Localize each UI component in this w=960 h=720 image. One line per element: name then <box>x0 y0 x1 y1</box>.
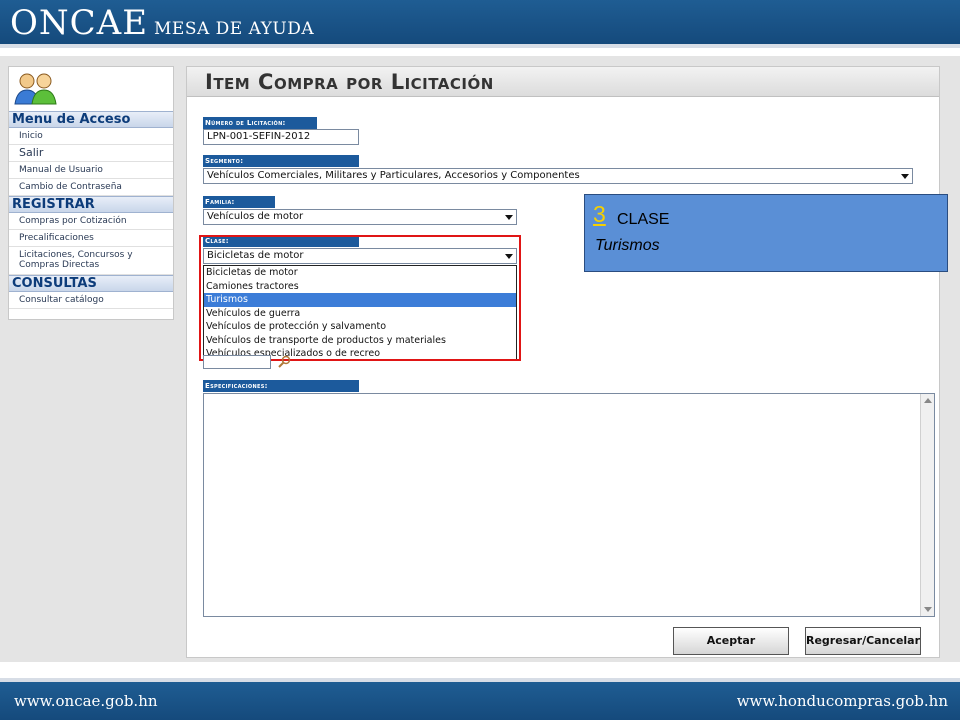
annotation-highlight-box <box>199 235 521 361</box>
footer-link-honducompras[interactable]: www.honducompras.gob.hn <box>737 692 948 710</box>
panel-title-bar: Item Compra por Licitación <box>187 67 939 97</box>
bottom-banner: www.oncae.gob.hn www.honducompras.gob.hn <box>0 682 960 720</box>
familia-select[interactable]: Vehículos de motor <box>203 209 517 225</box>
item-form-panel: Item Compra por Licitación Número de Lic… <box>186 66 940 658</box>
scroll-down-icon[interactable] <box>924 607 932 612</box>
especificaciones-label: Especificaciones: <box>203 380 359 392</box>
segmento-value: Vehículos Comerciales, Militares y Parti… <box>207 170 580 181</box>
menu-section-acceso: Menu de Acceso <box>9 111 173 128</box>
footer-link-oncae[interactable]: www.oncae.gob.hn <box>14 692 158 710</box>
accept-button[interactable]: Aceptar <box>673 627 789 655</box>
menu-section-consultas: CONSULTAS <box>9 275 173 292</box>
licitacion-label: Número de Licitación: <box>203 117 317 129</box>
chevron-down-icon <box>505 215 513 220</box>
sidebar-item-compras-cotizacion[interactable]: Compras por Cotización <box>9 213 173 230</box>
textarea-scrollbar[interactable] <box>920 394 934 616</box>
search-icon[interactable] <box>277 355 291 369</box>
scroll-up-icon[interactable] <box>924 398 932 403</box>
partially-hidden-field[interactable] <box>203 355 271 369</box>
top-banner: ONCAE MESA DE AYUDA <box>0 0 960 44</box>
segmento-select[interactable]: Vehículos Comerciales, Militares y Parti… <box>203 168 913 184</box>
sidebar-item-cambio-contrasena[interactable]: Cambio de Contraseña <box>9 179 173 196</box>
users-icon <box>14 73 57 105</box>
licitacion-field[interactable]: LPN-001-SEFIN-2012 <box>203 129 359 145</box>
step-callout: 3 CLASE Turismos <box>584 194 948 272</box>
sidebar-item-manual[interactable]: Manual de Usuario <box>9 162 173 179</box>
sidebar-item-licitaciones[interactable]: Licitaciones, Concursos y Compras Direct… <box>9 247 173 275</box>
header-divider <box>0 44 960 48</box>
sidebar-item-salir[interactable]: Salir <box>9 145 173 162</box>
callout-value: Turismos <box>595 237 660 254</box>
page-title: Item Compra por Licitación <box>205 70 494 94</box>
familia-value: Vehículos de motor <box>207 211 304 222</box>
brand-logo: ONCAE MESA DE AYUDA <box>10 3 314 43</box>
brand-sub: MESA DE AYUDA <box>154 19 315 39</box>
menu-section-registrar: REGISTRAR <box>9 196 173 213</box>
especificaciones-textarea[interactable] <box>203 393 935 617</box>
sidebar-menu: Menu de Acceso Inicio Salir Manual de Us… <box>8 66 174 320</box>
callout-step-number: 3 <box>593 201 606 227</box>
sidebar-item-inicio[interactable]: Inicio <box>9 128 173 145</box>
back-cancel-button[interactable]: Regresar/Cancelar <box>805 627 921 655</box>
sidebar-item-precalificaciones[interactable]: Precalificaciones <box>9 230 173 247</box>
familia-label: Familia: <box>203 196 275 208</box>
chevron-down-icon <box>901 174 909 179</box>
sidebar-item-consultar-catalogo[interactable]: Consultar catálogo <box>9 292 173 309</box>
brand-main: ONCAE <box>10 3 149 43</box>
callout-title: CLASE <box>617 211 670 228</box>
segmento-label: Segmento: <box>203 155 359 167</box>
